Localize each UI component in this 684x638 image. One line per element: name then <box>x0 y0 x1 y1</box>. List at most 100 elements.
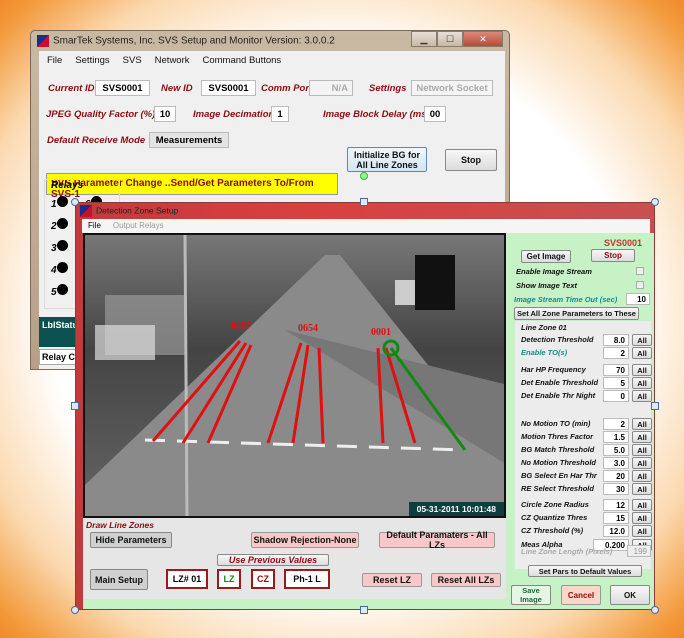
apply-all-button[interactable]: All <box>632 525 652 537</box>
param-value[interactable]: 2 <box>603 347 629 359</box>
relays-label: Relays <box>51 180 84 191</box>
current-id-label: Current ID <box>48 83 95 94</box>
reset-lz-button[interactable]: Reset LZ <box>362 573 422 587</box>
apply-all-button[interactable]: All <box>632 390 652 402</box>
cancel-button[interactable]: Cancel <box>561 585 601 605</box>
param-value[interactable]: 3.0 <box>603 457 629 469</box>
apply-all-button[interactable]: All <box>632 444 652 456</box>
get-image-button[interactable]: Get Image <box>521 250 571 263</box>
param-row: Det Enable Threshold 5 All <box>521 377 652 389</box>
menu-command-buttons[interactable]: Command Buttons <box>203 55 282 66</box>
param-row: Detection Threshold 8.0 All <box>521 334 652 346</box>
timeout-field[interactable]: 10 <box>626 293 650 305</box>
param-value[interactable]: 30 <box>603 483 629 495</box>
relay-indicator-icon <box>56 262 68 273</box>
param-value[interactable]: 5.0 <box>603 444 629 456</box>
camera-image[interactable]: 0097 0654 0001 05-31-2011 10:01:48 <box>83 233 506 518</box>
param-value[interactable]: 2 <box>603 418 629 430</box>
set-defaults-button[interactable]: Set Pars to Default Values <box>528 565 642 577</box>
jpeg-quality-field[interactable]: 10 <box>154 106 176 122</box>
stop-stream-button[interactable]: Stop <box>591 249 635 262</box>
initialize-bg-button[interactable]: Initialize BG for All Line Zones <box>347 147 427 172</box>
camera-scene: 0097 0654 0001 <box>85 235 504 516</box>
menu-output-relays[interactable]: Output Relays <box>113 221 164 231</box>
hide-parameters-button[interactable]: Hide Parameters <box>90 532 172 548</box>
use-previous-values-button[interactable]: Use Previous Values <box>217 554 329 566</box>
window-controls: ▁ ☐ ✕ <box>411 31 503 47</box>
param-value[interactable]: 20 <box>603 470 629 482</box>
close-button[interactable]: ✕ <box>463 31 503 47</box>
param-row: Motion Thres Factor 1.5 All <box>521 431 652 443</box>
minimize-button[interactable]: ▁ <box>411 31 437 47</box>
apply-all-button[interactable]: All <box>632 431 652 443</box>
parameter-panel: SVS0001 Get Image Stop Enable Image Stre… <box>506 233 654 609</box>
param-value[interactable]: 15 <box>603 512 629 524</box>
resize-handle-icon[interactable] <box>651 198 659 206</box>
menu-file[interactable]: File <box>47 55 62 66</box>
param-value[interactable]: 8.0 <box>603 334 629 346</box>
apply-all-button[interactable]: All <box>632 418 652 430</box>
stop-button[interactable]: Stop <box>445 149 497 171</box>
apply-all-button[interactable]: All <box>632 512 652 524</box>
menu-bar: File Settings SVS Network Command Button… <box>39 51 505 70</box>
param-value[interactable]: 0 <box>603 390 629 402</box>
param-value[interactable]: 12 <box>603 499 629 511</box>
resize-handle-icon[interactable] <box>360 198 368 206</box>
apply-all-button[interactable]: All <box>632 347 652 359</box>
param-label: Enable TO(s) <box>521 348 568 357</box>
zone-label: 0001 <box>371 327 391 338</box>
save-image-button[interactable]: Save Image <box>511 585 551 605</box>
relay-2: 2 <box>51 218 68 232</box>
show-text-checkbox[interactable] <box>636 281 644 289</box>
maximize-button[interactable]: ☐ <box>437 31 463 47</box>
apply-all-button[interactable]: All <box>632 483 652 495</box>
param-value[interactable]: 12.0 <box>603 525 629 537</box>
lz-number-box[interactable]: LZ# 01 <box>166 569 208 589</box>
menu-network[interactable]: Network <box>155 55 190 66</box>
param-value[interactable]: 70 <box>603 364 629 376</box>
param-label: Det Enable Thr Night <box>521 391 596 400</box>
main-setup-button[interactable]: Main Setup <box>90 569 148 590</box>
menu-settings[interactable]: Settings <box>75 55 109 66</box>
rotate-handle-icon[interactable] <box>360 172 368 180</box>
resize-handle-icon[interactable] <box>360 606 368 614</box>
reset-all-lzs-button[interactable]: Reset All LZs <box>431 573 501 587</box>
param-value[interactable]: 5 <box>603 377 629 389</box>
cz-mode-box[interactable]: CZ <box>251 569 275 589</box>
apply-all-button[interactable]: All <box>632 377 652 389</box>
shadow-rejection-button[interactable]: Shadow Rejection-None <box>251 532 359 548</box>
resize-handle-icon[interactable] <box>71 402 79 410</box>
resize-handle-icon[interactable] <box>651 402 659 410</box>
receive-mode-select[interactable]: Measurements <box>149 132 229 148</box>
lz-mode-box[interactable]: LZ <box>217 569 241 589</box>
menu-file[interactable]: File <box>88 221 101 231</box>
menu-svs[interactable]: SVS <box>123 55 142 66</box>
apply-all-button[interactable]: All <box>632 364 652 376</box>
ok-button[interactable]: OK <box>610 585 650 605</box>
relay-control[interactable]: Relay Co <box>39 349 79 365</box>
param-row: Enable TO(s) 2 All <box>521 347 652 359</box>
relay-indicator-icon <box>56 218 68 229</box>
resize-handle-icon[interactable] <box>71 606 79 614</box>
param-label: BG Match Threshold <box>521 445 595 454</box>
apply-all-button[interactable]: All <box>632 334 652 346</box>
block-delay-field[interactable]: 00 <box>424 106 446 122</box>
resize-handle-icon[interactable] <box>71 198 79 206</box>
enable-stream-checkbox[interactable] <box>636 267 644 275</box>
settings-field[interactable]: Network Socket <box>411 80 493 96</box>
apply-all-button[interactable]: All <box>632 499 652 511</box>
comm-port-field[interactable]: N/A <box>309 80 353 96</box>
block-delay-label: Image Block Delay (ms) <box>323 109 430 120</box>
param-label: Circle Zone Radius <box>521 500 589 509</box>
param-value[interactable]: 1.5 <box>603 431 629 443</box>
resize-handle-icon[interactable] <box>651 606 659 614</box>
phase-box[interactable]: Ph-1 L <box>284 569 330 589</box>
set-all-zones-button[interactable]: Set All Zone Parameters to These <box>514 307 639 320</box>
current-id-field[interactable]: SVS0001 <box>95 80 150 96</box>
receive-mode-label: Default Receive Mode <box>47 135 146 146</box>
new-id-field[interactable]: SVS0001 <box>201 80 256 96</box>
apply-all-button[interactable]: All <box>632 470 652 482</box>
default-all-lzs-button[interactable]: Default Paramaters - All LZs <box>379 530 495 550</box>
image-decimation-field[interactable]: 1 <box>271 106 289 122</box>
apply-all-button[interactable]: All <box>632 457 652 469</box>
